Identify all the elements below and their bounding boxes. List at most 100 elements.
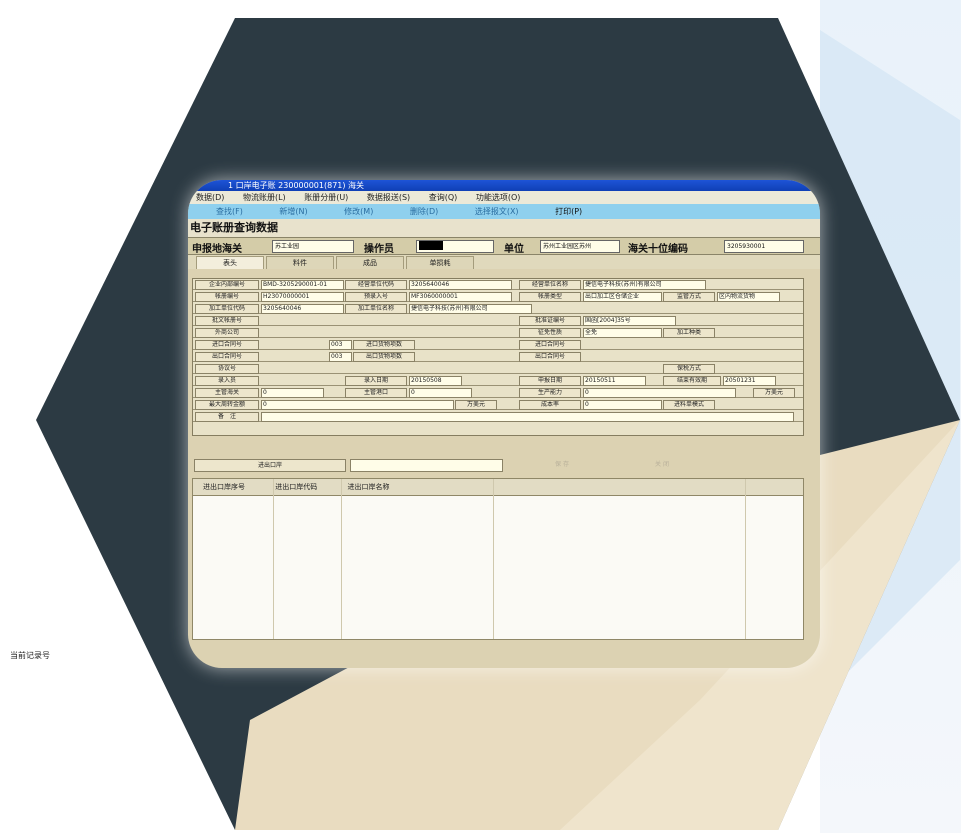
menu-item-query[interactable]: 查询(Q) xyxy=(429,193,458,202)
field-value[interactable]: 0 xyxy=(261,388,324,398)
page-title: 电子账册查询数据 xyxy=(188,219,820,237)
field-label: 申报日期 xyxy=(519,376,581,386)
field-label: 协议号 xyxy=(195,364,259,374)
form-row: 进口合同号 003 进口货物项数 进口合同号 xyxy=(193,339,803,350)
save-button[interactable]: 保 存 xyxy=(532,459,592,470)
field-label: 备 注 xyxy=(195,412,259,422)
field-label: 出口货物项数 xyxy=(353,352,415,362)
field-value[interactable]: 捷信电子科技(苏州)有限公司 xyxy=(583,280,706,290)
tab-consumption[interactable]: 单损耗 xyxy=(406,256,474,269)
column-header[interactable]: 进出口岸名称 xyxy=(347,479,417,495)
menu-item-report[interactable]: 数据报送(S) xyxy=(367,193,410,202)
field-label: 帐册类型 xyxy=(519,292,581,302)
field-value[interactable]: 0 xyxy=(261,400,454,410)
field-value[interactable]: BMD-3205290001-01 xyxy=(261,280,344,290)
table-header: 进出口岸序号 进出口岸代码 进出口岸名称 xyxy=(193,479,803,496)
form-row: 备 注 xyxy=(193,411,803,422)
field-value[interactable]: 0 xyxy=(409,388,472,398)
field-label: 进口合同号 xyxy=(195,340,259,350)
delete-button[interactable]: 删除(D) xyxy=(410,207,438,216)
field-value[interactable]: 20150511 xyxy=(583,376,646,386)
menu-item-data[interactable]: 数据(D) xyxy=(196,193,224,202)
window-title: 1 口岸电子账 230000001(871) 海关 xyxy=(188,180,820,191)
field-label: 进口货物项数 xyxy=(353,340,415,350)
column-divider xyxy=(273,479,274,639)
entry-port-label: 进出口岸 xyxy=(194,459,346,472)
field-label: 批文帐册号 xyxy=(195,316,259,326)
entry-port-field[interactable] xyxy=(350,459,503,472)
menu-item-logistics[interactable]: 物流账册(L) xyxy=(243,193,286,202)
unit-field[interactable]: 苏州工业园区苏州 xyxy=(540,240,620,253)
field-value[interactable]: 20150508 xyxy=(409,376,462,386)
field-value[interactable]: 3205640046 xyxy=(261,304,344,314)
field-value[interactable]: 国函[2004]35号 xyxy=(583,316,676,326)
tab-bar: 表头 料件 成品 单损耗 xyxy=(188,255,820,269)
field-value[interactable]: 003 xyxy=(329,340,352,350)
form-row: 加工单位代码 3205640046 加工单位名称 捷信电子科技(苏州)有限公司 xyxy=(193,303,803,314)
tab-materials[interactable]: 料件 xyxy=(266,256,334,269)
field-label: 结束有效期 xyxy=(663,376,721,386)
field-value[interactable]: MF3060000001 xyxy=(409,292,512,302)
field-value[interactable]: 全免 xyxy=(583,328,662,338)
field-label: 录入员 xyxy=(195,376,259,386)
port-table: 进出口岸序号 进出口岸代码 进出口岸名称 xyxy=(192,478,804,640)
column-divider xyxy=(493,479,494,639)
field-value[interactable]: H23070000001 xyxy=(261,292,344,302)
field-label: 企业内部编号 xyxy=(195,280,259,290)
edit-button[interactable]: 修改(M) xyxy=(344,207,373,216)
field-label: 加工种类 xyxy=(663,328,715,338)
column-divider xyxy=(341,479,342,639)
field-label: 加工单位代码 xyxy=(195,304,259,314)
operator-label: 操作员 xyxy=(364,244,394,255)
print-button[interactable]: 打印(P) xyxy=(555,207,582,216)
field-value[interactable]: 20501231 xyxy=(723,376,776,386)
code-label: 海关十位编码 xyxy=(628,244,688,255)
menu-item-options[interactable]: 功能选项(O) xyxy=(476,193,521,202)
column-divider xyxy=(745,479,746,639)
field-value[interactable]: 出口加工区仓储企业 xyxy=(583,292,662,302)
field-label: 批准证编号 xyxy=(519,316,581,326)
form-row: 出口合同号 003 出口货物项数 出口合同号 xyxy=(193,351,803,362)
remarks-field[interactable] xyxy=(261,412,794,422)
close-button[interactable]: 关 闭 xyxy=(632,459,692,470)
field-label: 进料单模式 xyxy=(663,400,715,410)
code-field[interactable]: 3205930001 xyxy=(724,240,804,253)
form-row: 协议号 保税方式 xyxy=(193,363,803,374)
header-row: 申报地海关 苏工业园 操作员 单位 苏州工业园区苏州 海关十位编码 320593… xyxy=(188,237,820,255)
field-value[interactable]: 区内物流货物 xyxy=(717,292,780,302)
field-label: 最大周转金额 xyxy=(195,400,259,410)
select-message-button[interactable]: 选择报文(X) xyxy=(475,207,519,216)
customs-label: 申报地海关 xyxy=(192,244,242,255)
field-value[interactable]: 0 xyxy=(583,388,736,398)
field-label: 出口合同号 xyxy=(519,352,581,362)
field-label: 保税方式 xyxy=(663,364,715,374)
field-label: 万美元 xyxy=(455,400,497,410)
field-label: 出口合同号 xyxy=(195,352,259,362)
field-value[interactable]: 捷信电子科技(苏州)有限公司 xyxy=(409,304,532,314)
field-label: 经营单位名称 xyxy=(519,280,581,290)
field-value[interactable]: 3205640046 xyxy=(409,280,512,290)
tab-header[interactable]: 表头 xyxy=(196,256,264,269)
tab-products[interactable]: 成品 xyxy=(336,256,404,269)
field-value[interactable]: 003 xyxy=(329,352,352,362)
customs-field[interactable]: 苏工业园 xyxy=(272,240,354,253)
column-header[interactable]: 进出口岸代码 xyxy=(275,479,345,495)
menu-item-subbook[interactable]: 账册分册(U) xyxy=(304,193,348,202)
field-label: 监管方式 xyxy=(663,292,715,302)
app-window: 1 口岸电子账 230000001(871) 海关 数据(D) 物流账册(L) … xyxy=(188,180,820,668)
field-label: 加工单位名称 xyxy=(345,304,407,314)
operator-field[interactable] xyxy=(416,240,494,253)
unit-label: 单位 xyxy=(504,244,524,255)
field-label: 成本率 xyxy=(519,400,581,410)
field-value[interactable]: 0 xyxy=(583,400,662,410)
toolbar: 查找(F) 新增(N) 修改(M) 删除(D) 选择报文(X) 打印(P) xyxy=(188,204,820,219)
entry-bar: 进出口岸 保 存 关 闭 xyxy=(192,458,802,472)
field-label: 生产能力 xyxy=(519,388,581,398)
field-label: 帐册编号 xyxy=(195,292,259,302)
form-row: 批文帐册号 批准证编号 国函[2004]35号 xyxy=(193,315,803,326)
new-button[interactable]: 新增(N) xyxy=(279,207,307,216)
find-button[interactable]: 查找(F) xyxy=(216,207,243,216)
header-form: 企业内部编号 BMD-3205290001-01 经营单位代码 32056400… xyxy=(192,278,804,436)
status-bar: 当前记录号 xyxy=(10,651,50,660)
column-header[interactable]: 进出口岸序号 xyxy=(193,479,273,495)
